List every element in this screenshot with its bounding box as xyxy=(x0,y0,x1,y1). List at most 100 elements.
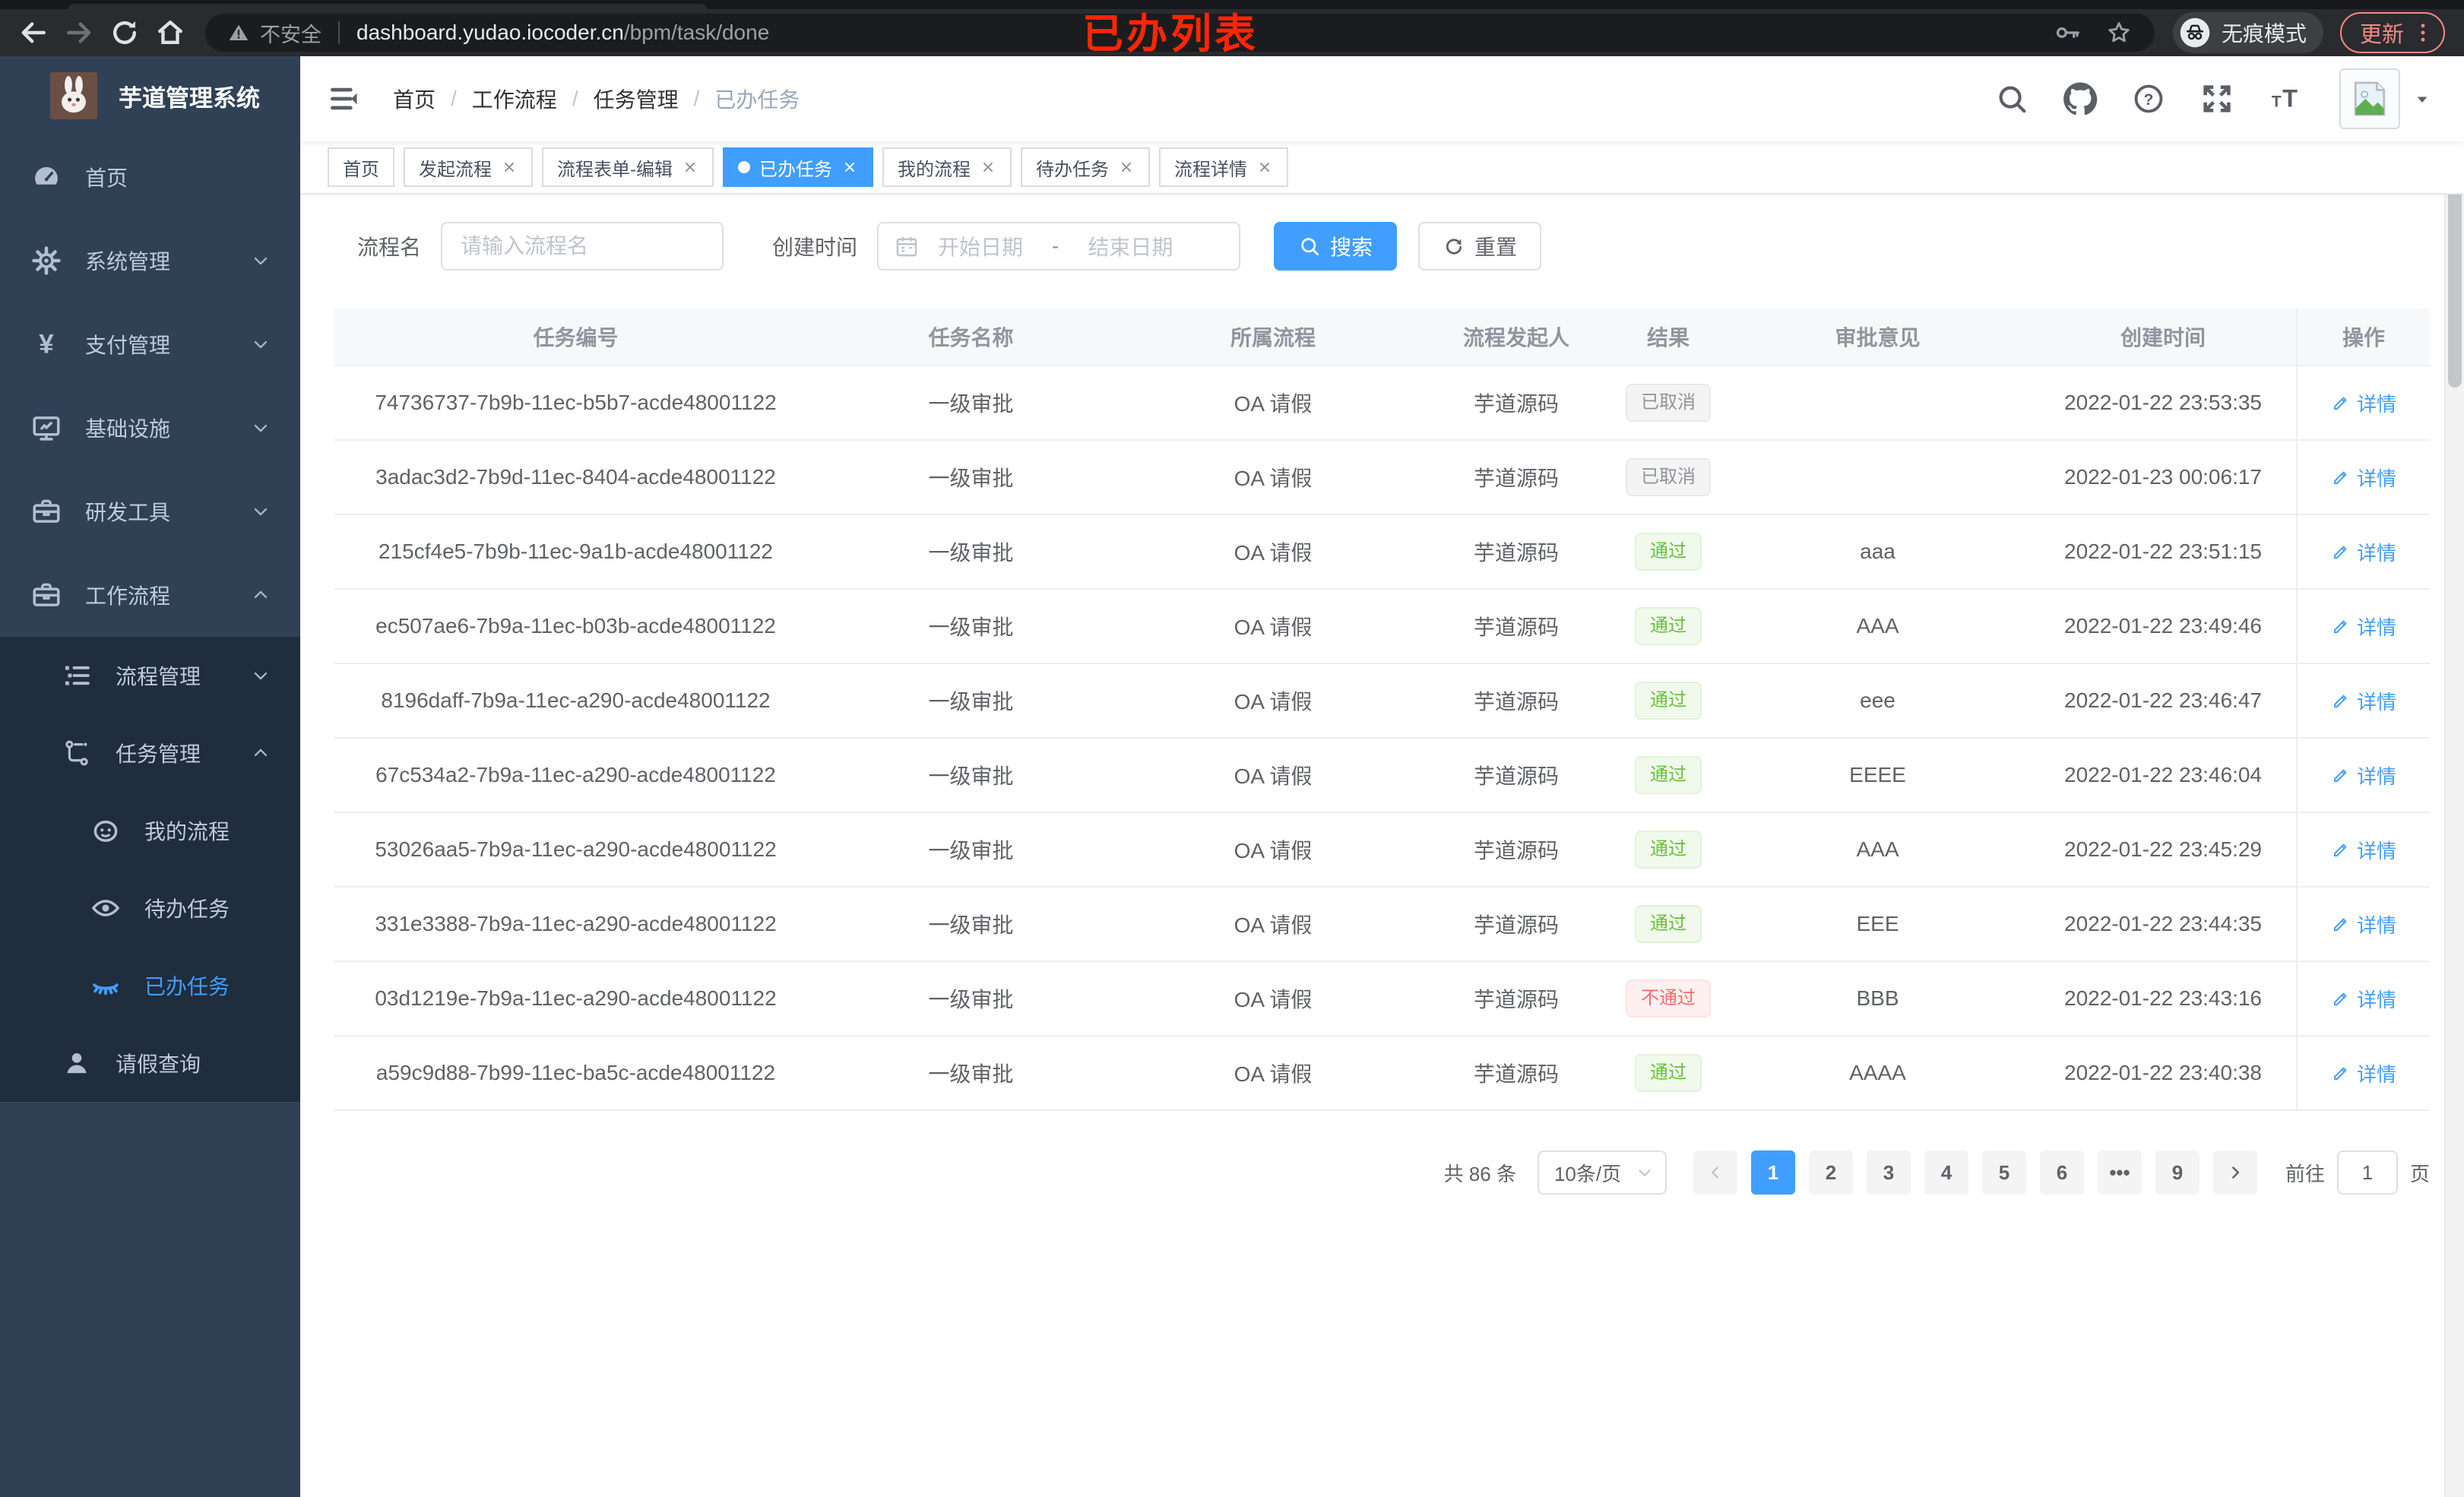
cell: 67c534a2-7b9a-11ec-a290-acde48001122 xyxy=(375,763,776,786)
github-icon[interactable] xyxy=(2063,81,2098,116)
breadcrumb: 首页 / 工作流程 / 任务管理 / 已办任务 xyxy=(393,84,800,114)
detail-link[interactable]: 详情 xyxy=(2331,1059,2396,1087)
update-button[interactable]: 更新 xyxy=(2340,12,2446,53)
sidebar-item[interactable]: 任务管理 xyxy=(0,714,300,792)
sidebar-item[interactable]: 系统管理 xyxy=(0,219,300,302)
detail-link[interactable]: 详情 xyxy=(2331,836,2396,864)
hamburger-icon[interactable] xyxy=(328,82,361,116)
detail-link[interactable]: 详情 xyxy=(2331,538,2396,566)
sidebar-item[interactable]: 请假查询 xyxy=(0,1024,300,1102)
table-row: ec507ae6-7b9a-11ec-b03b-acde48001122 一级审批… xyxy=(334,590,2430,664)
browser-menu-icon[interactable] xyxy=(2410,20,2436,46)
page-tab[interactable]: 待办任务 xyxy=(1021,147,1150,187)
star-icon[interactable] xyxy=(2105,18,2133,47)
page-button[interactable]: 4 xyxy=(1924,1150,1968,1195)
close-icon[interactable] xyxy=(1256,159,1273,176)
home-icon[interactable] xyxy=(154,16,187,49)
result-badge: 通过 xyxy=(1635,532,1702,571)
calendar-icon xyxy=(894,233,920,259)
cell-result: 已取消 xyxy=(1611,441,1725,514)
close-icon[interactable] xyxy=(980,159,996,176)
cell-created: 2022-01-22 23:40:38 xyxy=(2064,1061,2262,1084)
font-size-icon[interactable]: TT xyxy=(2268,81,2303,116)
search-icon[interactable] xyxy=(1994,81,2029,116)
page-button[interactable]: 9 xyxy=(2155,1150,2200,1195)
sidebar-item[interactable]: ¥ 支付管理 xyxy=(0,302,300,386)
page-tab[interactable]: 我的流程 xyxy=(882,147,1012,187)
detail-link[interactable]: 详情 xyxy=(2331,612,2396,641)
prev-page-button[interactable] xyxy=(1693,1150,1737,1195)
column-header: 审批意见 xyxy=(1835,326,1921,350)
close-icon[interactable] xyxy=(1118,159,1135,176)
page-tab[interactable]: 已办任务 xyxy=(723,147,873,187)
page-button[interactable]: 2 xyxy=(1808,1150,1853,1195)
cell-opinion: AAAA xyxy=(1849,1061,1906,1084)
detail-link[interactable]: 详情 xyxy=(2331,687,2396,715)
sidebar-item[interactable]: 基础设施 xyxy=(0,386,300,470)
page-button[interactable]: 6 xyxy=(2039,1150,2084,1195)
page-tab[interactable]: 流程表单-编辑 xyxy=(542,147,714,187)
process-name-input[interactable] xyxy=(441,222,724,271)
goto-page-input[interactable] xyxy=(2336,1150,2398,1195)
dashboard-icon xyxy=(30,161,62,193)
cell: 芋道源码 xyxy=(1473,839,1559,862)
breadcrumb-item[interactable]: 任务管理 xyxy=(594,84,679,114)
detail-label: 详情 xyxy=(2356,839,2396,862)
toolbox-icon xyxy=(30,495,62,527)
breadcrumb-item[interactable]: 首页 xyxy=(393,84,435,114)
page-tab[interactable]: 首页 xyxy=(328,147,394,187)
pager-ellipsis[interactable]: ••• xyxy=(2097,1150,2142,1195)
sidebar-item[interactable]: 研发工具 xyxy=(0,470,300,553)
svg-text:T: T xyxy=(2272,93,2282,111)
scrollbar[interactable] xyxy=(2444,56,2464,1497)
detail-link[interactable]: 详情 xyxy=(2331,464,2396,492)
cell-result: 通过 xyxy=(1611,590,1725,663)
sidebar-item[interactable]: 首页 xyxy=(0,135,300,219)
cell: 一级审批 xyxy=(928,913,1014,937)
close-icon[interactable] xyxy=(682,159,698,176)
reset-button[interactable]: 重置 xyxy=(1418,222,1542,271)
breadcrumb-item[interactable]: 工作流程 xyxy=(472,84,557,114)
cell: 芋道源码 xyxy=(1473,467,1559,490)
sidebar-menu: 首页 系统管理 ¥ 支付管理 基础设施 研发工具 工作流程流程管理任务管理 我的流程 待办任务已… xyxy=(0,135,300,1102)
search-button[interactable]: 搜索 xyxy=(1274,222,1398,271)
logo-image xyxy=(49,72,99,119)
cell-result: 通过 xyxy=(1611,813,1725,886)
sidebar-item[interactable]: 工作流程 xyxy=(0,553,300,637)
page-tab[interactable]: 流程详情 xyxy=(1159,147,1288,187)
edit-icon xyxy=(2331,1063,2351,1083)
sidebar-item-label: 流程管理 xyxy=(116,665,201,688)
user-menu-caret-icon[interactable] xyxy=(2411,87,2434,110)
page-size-select[interactable]: 10条/页 xyxy=(1537,1150,1667,1195)
cell: OA 请假 xyxy=(1234,764,1313,788)
forward-icon[interactable] xyxy=(62,16,96,49)
detail-link[interactable]: 详情 xyxy=(2331,985,2396,1013)
sidebar-item[interactable]: 已办任务 xyxy=(0,947,300,1024)
close-icon[interactable] xyxy=(501,159,518,176)
sidebar-item[interactable]: 待办任务 xyxy=(0,869,300,947)
page-button[interactable]: 5 xyxy=(1981,1150,2026,1195)
chevron-down-icon xyxy=(250,501,271,522)
page-button[interactable]: 3 xyxy=(1866,1150,1911,1195)
next-page-button[interactable] xyxy=(2212,1150,2257,1195)
reload-icon[interactable] xyxy=(108,16,141,49)
back-icon[interactable] xyxy=(17,16,50,49)
detail-link[interactable]: 详情 xyxy=(2331,761,2396,790)
avatar[interactable] xyxy=(2339,68,2400,129)
edit-icon xyxy=(2331,616,2351,636)
sidebar-item[interactable]: 流程管理 xyxy=(0,637,300,714)
detail-link[interactable]: 详情 xyxy=(2331,910,2396,938)
detail-link[interactable]: 详情 xyxy=(2331,389,2396,417)
tab-label: 首页 xyxy=(343,159,379,180)
tags-bar: 首页 发起流程 流程表单-编辑 已办任务 我的流程 待办任务 流程详情 xyxy=(300,141,2464,195)
page-button[interactable]: 1 xyxy=(1750,1150,1795,1195)
sidebar-item[interactable]: 我的流程 xyxy=(0,792,300,869)
key-icon[interactable] xyxy=(2053,18,2082,47)
app-logo[interactable]: 芋道管理系统 xyxy=(0,56,300,135)
svg-text:¥: ¥ xyxy=(39,329,54,359)
help-icon[interactable]: ? xyxy=(2131,81,2166,116)
fullscreen-icon[interactable] xyxy=(2200,81,2234,116)
date-range-picker[interactable]: 开始日期 - 结束日期 xyxy=(877,222,1241,271)
page-tab[interactable]: 发起流程 xyxy=(404,147,533,187)
close-icon[interactable] xyxy=(841,159,858,176)
